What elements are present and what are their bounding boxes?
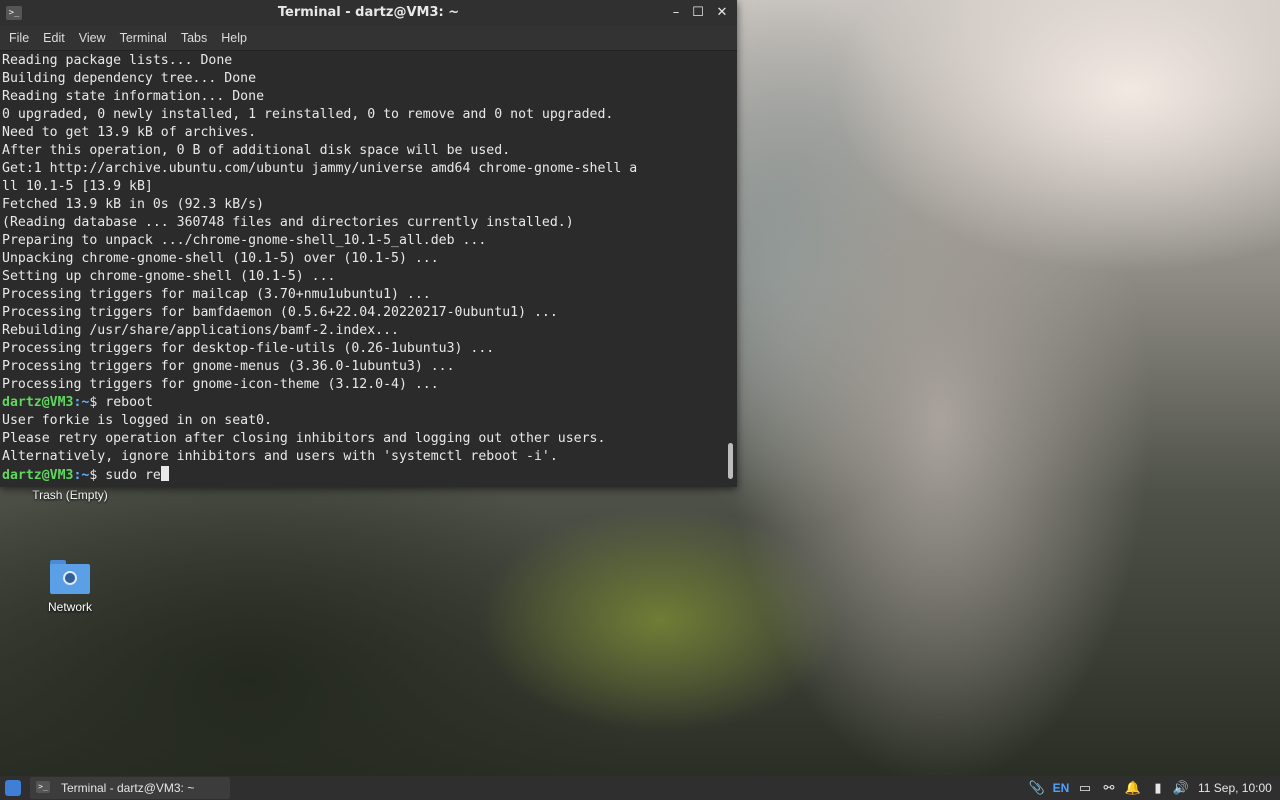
prompt-path: :~ bbox=[73, 395, 90, 410]
taskbar-terminal-label: Terminal - dartz@VM3: ~ bbox=[61, 781, 195, 795]
keyboard-layout-indicator[interactable]: EN bbox=[1050, 776, 1072, 800]
output-line: Unpacking chrome-gnome-shell (10.1-5) ov… bbox=[2, 251, 439, 266]
volume-icon[interactable]: 🔊 bbox=[1172, 776, 1190, 800]
output-line: After this operation, 0 B of additional … bbox=[2, 143, 511, 158]
output-line: Processing triggers for desktop-file-uti… bbox=[2, 341, 495, 356]
output-line: Processing triggers for bamfdaemon (0.5.… bbox=[2, 305, 558, 320]
output-line: Fetched 13.9 kB in 0s (92.3 kB/s) bbox=[2, 197, 265, 212]
output-line: Get:1 http://archive.ubuntu.com/ubuntu j… bbox=[2, 161, 638, 176]
menu-help[interactable]: Help bbox=[214, 31, 254, 45]
network-folder-icon bbox=[50, 560, 90, 594]
prompt-symbol: $ bbox=[89, 395, 106, 410]
menu-bar: File Edit View Terminal Tabs Help bbox=[0, 26, 737, 51]
prompt-path: :~ bbox=[73, 468, 90, 483]
terminal-window: >_ Terminal - dartz@VM3: ~ – ☐ ✕ File Ed… bbox=[0, 0, 737, 487]
output-line: Need to get 13.9 kB of archives. bbox=[2, 125, 257, 140]
menu-file[interactable]: File bbox=[2, 31, 36, 45]
display-icon[interactable]: ▭ bbox=[1076, 776, 1094, 800]
output-line: 0 upgraded, 0 newly installed, 1 reinsta… bbox=[2, 107, 614, 122]
menu-view[interactable]: View bbox=[72, 31, 113, 45]
text-cursor bbox=[160, 466, 169, 481]
clock[interactable]: 11 Sep, 10:00 bbox=[1198, 776, 1272, 800]
output-line: Setting up chrome-gnome-shell (10.1-5) .… bbox=[2, 269, 336, 284]
desktop-icon-network[interactable]: Network bbox=[20, 558, 120, 614]
taskbar: >_ Terminal - dartz@VM3: ~ 📎 EN ▭ ⚯ 🔔 ▮ … bbox=[0, 776, 1280, 800]
terminal-scrollbar[interactable] bbox=[725, 51, 737, 487]
output-line: ll 10.1-5 [13.9 kB] bbox=[2, 179, 153, 194]
start-menu-icon[interactable] bbox=[5, 780, 21, 796]
minimize-button[interactable]: – bbox=[666, 4, 686, 22]
prompt-user: dartz@VM3 bbox=[2, 468, 74, 483]
battery-icon[interactable]: ▮ bbox=[1150, 776, 1166, 800]
output-line: Building dependency tree... Done bbox=[2, 71, 257, 86]
menu-tabs[interactable]: Tabs bbox=[174, 31, 214, 45]
network-label: Network bbox=[47, 600, 92, 614]
output-line: Rebuilding /usr/share/applications/bamf-… bbox=[2, 323, 399, 338]
output-line: Processing triggers for gnome-icon-theme… bbox=[2, 377, 439, 392]
window-title: Terminal - dartz@VM3: ~ bbox=[277, 5, 460, 20]
close-button[interactable]: ✕ bbox=[712, 4, 732, 22]
desktop-icon-trash[interactable]: Trash (Empty) bbox=[20, 488, 120, 502]
trash-label: Trash (Empty) bbox=[32, 488, 108, 502]
output-line: (Reading database ... 360748 files and d… bbox=[2, 215, 574, 230]
output-line: User forkie is logged in on seat0. bbox=[2, 413, 272, 428]
prompt-symbol: $ bbox=[89, 468, 106, 483]
output-line: Processing triggers for mailcap (3.70+nm… bbox=[2, 287, 431, 302]
menu-edit[interactable]: Edit bbox=[36, 31, 72, 45]
output-line: Please retry operation after closing inh… bbox=[2, 431, 606, 446]
maximize-button[interactable]: ☐ bbox=[688, 4, 708, 22]
output-line: Reading package lists... Done bbox=[2, 53, 233, 68]
output-line: Processing triggers for gnome-menus (3.3… bbox=[2, 359, 455, 374]
command-input[interactable]: sudo re bbox=[105, 468, 161, 483]
network-icon[interactable]: ⚯ bbox=[1100, 776, 1118, 800]
scrollbar-thumb[interactable] bbox=[728, 443, 733, 479]
output-line: Alternatively, ignore inhibitors and use… bbox=[2, 449, 558, 464]
output-line: Reading state information... Done bbox=[2, 89, 265, 104]
terminal-app-icon: >_ bbox=[36, 781, 50, 793]
window-titlebar[interactable]: >_ Terminal - dartz@VM3: ~ – ☐ ✕ bbox=[0, 0, 737, 26]
output-line: Preparing to unpack .../chrome-gnome-she… bbox=[2, 233, 487, 248]
prompt-user: dartz@VM3 bbox=[2, 395, 74, 410]
terminal-output[interactable]: Reading package lists... Done Building d… bbox=[0, 51, 725, 487]
clipboard-icon[interactable]: 📎 bbox=[1028, 776, 1046, 800]
taskbar-terminal-button[interactable]: >_ Terminal - dartz@VM3: ~ bbox=[30, 777, 230, 799]
notification-bell-icon[interactable]: 🔔 bbox=[1124, 776, 1142, 800]
menu-terminal[interactable]: Terminal bbox=[113, 31, 174, 45]
command-reboot: reboot bbox=[105, 395, 153, 410]
